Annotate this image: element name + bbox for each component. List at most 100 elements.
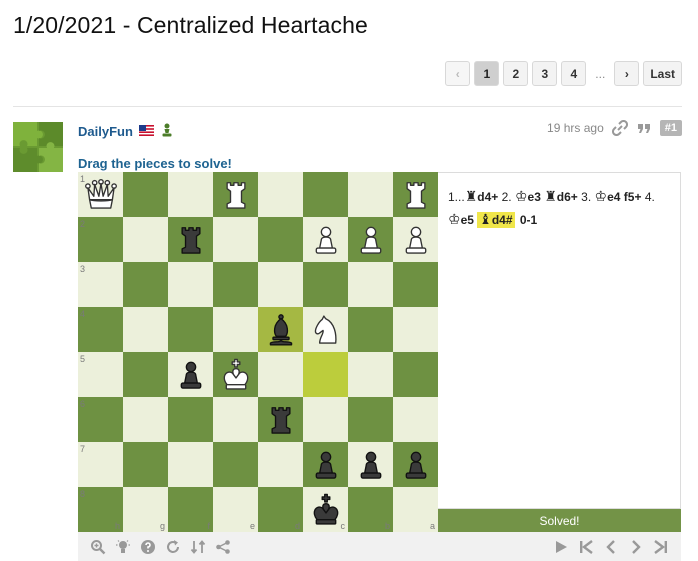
board-square[interactable]: 3 xyxy=(78,262,123,307)
black-pawn-icon[interactable] xyxy=(397,446,435,484)
white-pawn-icon[interactable] xyxy=(397,221,435,259)
first-move-icon[interactable] xyxy=(578,539,594,555)
board-square[interactable]: 8h xyxy=(78,487,123,532)
board-square[interactable] xyxy=(213,442,258,487)
board-square[interactable] xyxy=(168,307,213,352)
white-pawn-icon[interactable] xyxy=(307,221,345,259)
board-square[interactable] xyxy=(393,442,438,487)
board-square[interactable] xyxy=(123,442,168,487)
black-rook-icon[interactable] xyxy=(262,401,300,439)
board-square[interactable] xyxy=(393,397,438,442)
board-square[interactable] xyxy=(348,172,393,217)
board-square[interactable]: g xyxy=(123,487,168,532)
board-square[interactable] xyxy=(168,442,213,487)
quote-icon[interactable] xyxy=(636,120,652,136)
board-square[interactable] xyxy=(303,352,348,397)
username-link[interactable]: DailyFun xyxy=(78,124,133,139)
black-pawn-icon[interactable] xyxy=(172,356,210,394)
board-square[interactable] xyxy=(258,217,303,262)
board-square[interactable] xyxy=(168,262,213,307)
board-square[interactable] xyxy=(168,217,213,262)
board-square[interactable] xyxy=(168,397,213,442)
board-square[interactable] xyxy=(303,172,348,217)
board-square[interactable] xyxy=(123,397,168,442)
move-1[interactable]: ♜d4+ xyxy=(465,188,499,204)
black-pawn-icon[interactable] xyxy=(352,446,390,484)
board-square[interactable] xyxy=(168,172,213,217)
board-square[interactable] xyxy=(348,397,393,442)
board-square[interactable]: 2 xyxy=(78,217,123,262)
board-square[interactable]: f xyxy=(168,487,213,532)
share-icon[interactable] xyxy=(215,539,231,555)
board-square[interactable]: 5 xyxy=(78,352,123,397)
white-rook-icon[interactable] xyxy=(217,176,255,214)
board-square[interactable] xyxy=(393,262,438,307)
next-move-icon[interactable] xyxy=(628,539,644,555)
board-square[interactable] xyxy=(213,217,258,262)
move-4[interactable]: ♔e5 xyxy=(448,211,474,227)
board-square[interactable] xyxy=(123,307,168,352)
avatar[interactable] xyxy=(13,122,63,172)
post-number-badge[interactable]: #1 xyxy=(659,120,682,136)
pager-page-2[interactable]: 2 xyxy=(503,61,529,86)
board-square[interactable] xyxy=(213,397,258,442)
help-icon[interactable] xyxy=(140,539,156,555)
board-square[interactable]: 6 xyxy=(78,397,123,442)
board-square[interactable]: d xyxy=(258,487,303,532)
board-square[interactable] xyxy=(258,352,303,397)
pager-prev-button[interactable]: ‹ xyxy=(445,61,471,86)
board-square[interactable] xyxy=(213,307,258,352)
last-move-icon[interactable] xyxy=(653,539,669,555)
chess-board[interactable]: 12345678hgfedcba xyxy=(78,172,438,532)
move-2[interactable]: ♔e3 xyxy=(515,188,541,204)
pager-last-button[interactable]: Last xyxy=(643,61,682,86)
pager-page-4[interactable]: 4 xyxy=(561,61,587,86)
board-square[interactable] xyxy=(393,307,438,352)
board-square[interactable] xyxy=(258,397,303,442)
hint-icon[interactable] xyxy=(115,539,131,555)
board-square[interactable] xyxy=(123,217,168,262)
board-square[interactable] xyxy=(348,217,393,262)
pager-next-button[interactable]: › xyxy=(614,61,640,86)
board-square[interactable] xyxy=(258,262,303,307)
board-square[interactable] xyxy=(213,262,258,307)
board-square[interactable] xyxy=(213,352,258,397)
white-king-icon[interactable] xyxy=(217,356,255,394)
flip-board-icon[interactable] xyxy=(190,539,206,555)
white-pawn-icon[interactable] xyxy=(352,221,390,259)
board-square[interactable] xyxy=(303,217,348,262)
retry-icon[interactable] xyxy=(165,539,181,555)
board-square[interactable]: 7 xyxy=(78,442,123,487)
board-square[interactable] xyxy=(258,307,303,352)
prev-move-icon[interactable] xyxy=(603,539,619,555)
pager-page-3[interactable]: 3 xyxy=(532,61,558,86)
black-bishop-icon[interactable] xyxy=(262,311,300,349)
white-queen-icon[interactable] xyxy=(82,176,120,214)
white-rook-icon[interactable] xyxy=(397,176,435,214)
board-square[interactable] xyxy=(393,217,438,262)
board-square[interactable]: b xyxy=(348,487,393,532)
pager-page-1[interactable]: 1 xyxy=(474,61,500,86)
board-square[interactable] xyxy=(303,262,348,307)
board-square[interactable] xyxy=(213,172,258,217)
board-square[interactable] xyxy=(348,307,393,352)
board-square[interactable]: 1 xyxy=(78,172,123,217)
move-4b-current[interactable]: ♝d4# xyxy=(477,211,515,228)
move-3[interactable]: ♔e4 xyxy=(595,188,621,204)
black-king-icon[interactable] xyxy=(307,491,345,529)
board-square[interactable] xyxy=(258,172,303,217)
board-square[interactable]: 4 xyxy=(78,307,123,352)
link-icon[interactable] xyxy=(611,120,628,136)
board-square[interactable] xyxy=(348,442,393,487)
black-rook-icon[interactable] xyxy=(172,221,210,259)
move-3b[interactable]: f5+ xyxy=(624,190,642,204)
board-square[interactable] xyxy=(303,307,348,352)
board-square[interactable] xyxy=(123,262,168,307)
board-square[interactable] xyxy=(393,172,438,217)
white-knight-icon[interactable] xyxy=(307,311,345,349)
board-square[interactable] xyxy=(258,442,303,487)
play-icon[interactable] xyxy=(553,539,569,555)
board-square[interactable] xyxy=(303,442,348,487)
board-square[interactable]: a xyxy=(393,487,438,532)
board-square[interactable] xyxy=(123,172,168,217)
